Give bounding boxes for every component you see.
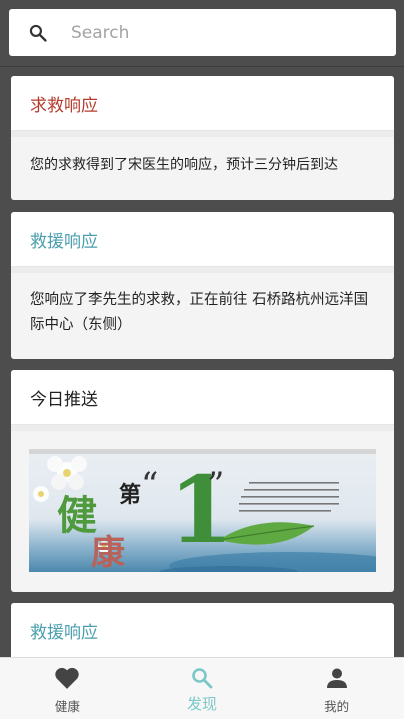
card-body: 您响应了李先生的求救，正在前往 石桥路杭州远洋国际中心（东侧） bbox=[11, 267, 394, 353]
daily-push-card[interactable]: 今日推送 1 “ ” 健 康 第 bbox=[11, 370, 394, 592]
search-bar[interactable] bbox=[9, 9, 396, 56]
card-title: 救援响应 bbox=[11, 603, 394, 658]
health-banner-image[interactable]: 1 “ ” 健 康 第 bbox=[29, 449, 376, 572]
card-body: 您的求救得到了宋医生的响应，预计三分钟后到达 bbox=[11, 131, 394, 194]
rescue-response-card[interactable]: 救援响应 您响应了李先生的求救，正在前往 石桥路杭州远洋国际中心（东侧） bbox=[11, 212, 394, 359]
search-icon bbox=[29, 24, 47, 42]
svg-text:”: ” bbox=[207, 465, 224, 505]
tab-label: 健康 bbox=[54, 699, 80, 714]
divider bbox=[0, 66, 404, 67]
bottom-tab-bar: 健康 发现 我的 bbox=[0, 657, 404, 719]
card-title: 今日推送 bbox=[11, 370, 394, 425]
tab-label: 发现 bbox=[187, 695, 218, 713]
banner-char-3: 第 bbox=[119, 482, 141, 508]
tab-label: 我的 bbox=[324, 699, 350, 714]
person-icon bbox=[326, 668, 347, 688]
banner-char-1: 健 bbox=[57, 492, 97, 539]
rescue-response-card-2[interactable]: 救援响应 bbox=[11, 603, 394, 663]
tab-mine[interactable]: 我的 bbox=[269, 658, 404, 719]
card-title: 救援响应 bbox=[11, 212, 394, 267]
tab-health[interactable]: 健康 bbox=[0, 658, 135, 719]
svg-text:“: “ bbox=[141, 465, 158, 505]
card-title: 求救响应 bbox=[11, 76, 394, 131]
tab-discover[interactable]: 发现 bbox=[135, 658, 270, 719]
search-icon bbox=[192, 668, 213, 689]
rescue-request-card[interactable]: 求救响应 您的求救得到了宋医生的响应，预计三分钟后到达 bbox=[11, 76, 394, 200]
card-body: 1 “ ” 健 康 第 bbox=[11, 425, 394, 586]
card-body-text: 您响应了李先生的求救，正在前往 石桥路杭州远洋国际中心（东侧） bbox=[30, 292, 369, 333]
banner-char-2: 康 bbox=[91, 533, 125, 572]
heart-icon bbox=[55, 667, 80, 689]
search-input[interactable] bbox=[71, 22, 351, 43]
banner-artwork: 1 “ ” 健 康 第 bbox=[33, 456, 376, 572]
